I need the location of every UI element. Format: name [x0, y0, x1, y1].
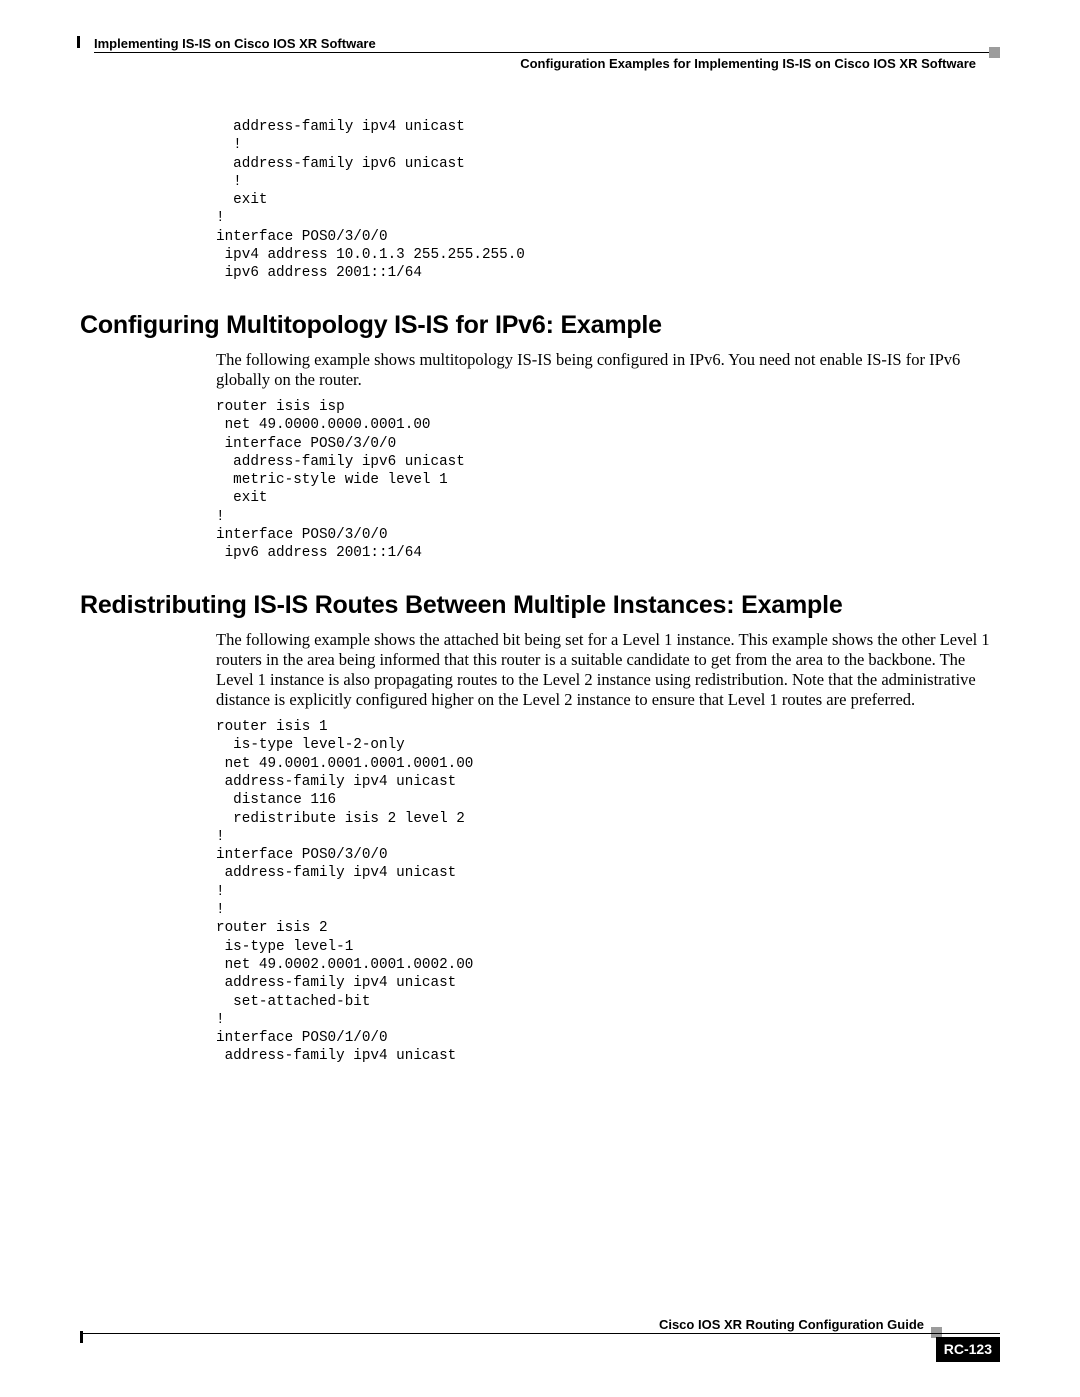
page-number: RC-123: [936, 1337, 1000, 1362]
header-marker-box: [989, 47, 1000, 58]
page-content: address-family ipv4 unicast ! address-fa…: [80, 118, 1000, 1094]
page: Implementing IS-IS on Cisco IOS XR Softw…: [80, 28, 1000, 1369]
page-footer: Cisco IOS XR Routing Configuration Guide…: [80, 1317, 1000, 1357]
section-paragraph-redistribute: The following example shows the attached…: [216, 630, 1000, 711]
section-paragraph-multitopology: The following example shows multitopolog…: [216, 350, 1000, 390]
footer-rule: [80, 1333, 1000, 1334]
footer-guide-title: Cisco IOS XR Routing Configuration Guide: [659, 1317, 924, 1332]
header-section-title: Configuration Examples for Implementing …: [520, 56, 976, 71]
page-header: Implementing IS-IS on Cisco IOS XR Softw…: [80, 28, 1000, 74]
code-block-intro: address-family ipv4 unicast ! address-fa…: [216, 118, 1000, 283]
code-block-multitopology: router isis isp net 49.0000.0000.0001.00…: [216, 398, 1000, 563]
header-chapter-title: Implementing IS-IS on Cisco IOS XR Softw…: [94, 36, 376, 51]
header-rule: [94, 52, 1000, 53]
code-block-redistribute: router isis 1 is-type level-2-only net 4…: [216, 718, 1000, 1066]
section-heading-multitopology: Configuring Multitopology IS-IS for IPv6…: [80, 311, 1000, 340]
section-heading-redistribute: Redistributing IS-IS Routes Between Mult…: [80, 591, 1000, 620]
